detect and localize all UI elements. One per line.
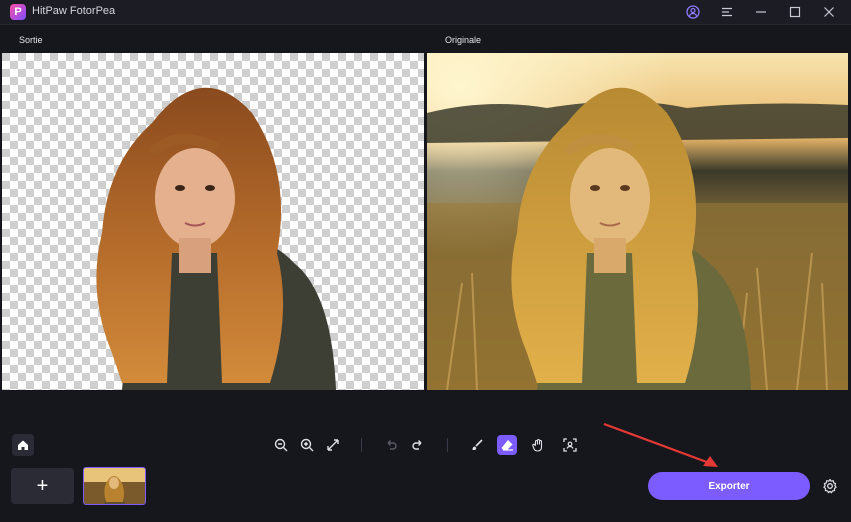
original-preview[interactable] [427, 53, 848, 390]
title-bar: P HitPaw FotorPea [0, 0, 851, 25]
settings-button[interactable] [820, 476, 840, 496]
image-thumbnail[interactable] [83, 467, 146, 505]
hand-button[interactable] [528, 435, 548, 455]
original-panel-label: Originale [445, 35, 482, 45]
brush-icon [472, 439, 483, 450]
add-image-button[interactable]: + [11, 468, 74, 504]
output-preview[interactable] [2, 53, 424, 390]
home-icon [18, 440, 28, 450]
toolbar-divider [361, 438, 362, 452]
zoom-in-icon [300, 438, 314, 452]
zoom-in-button[interactable] [297, 435, 317, 455]
menu-icon[interactable] [718, 3, 736, 21]
fit-screen-icon [327, 439, 339, 451]
redo-button[interactable] [408, 435, 428, 455]
hand-icon [532, 438, 543, 452]
undo-icon [387, 440, 397, 450]
annotation-arrow [603, 422, 718, 467]
redo-icon [412, 440, 422, 450]
account-icon[interactable] [684, 3, 702, 21]
recognize-button[interactable] [560, 435, 580, 455]
eraser-icon [501, 440, 513, 451]
output-panel-label: Sortie [19, 35, 43, 45]
settings-icon [823, 478, 837, 494]
zoom-out-button[interactable] [271, 435, 291, 455]
eraser-button[interactable] [497, 435, 517, 455]
recognize-icon [563, 438, 577, 452]
home-button[interactable] [12, 434, 34, 456]
maximize-icon[interactable] [786, 3, 804, 21]
close-icon[interactable] [820, 3, 838, 21]
fit-screen-button[interactable] [323, 435, 343, 455]
zoom-out-icon [274, 438, 288, 452]
undo-button[interactable] [381, 435, 401, 455]
toolbar-divider [447, 438, 448, 452]
app-logo: P [10, 4, 26, 20]
minimize-icon[interactable] [752, 3, 770, 21]
brush-button[interactable] [467, 435, 487, 455]
plus-icon: + [36, 475, 49, 497]
export-button[interactable]: Exporter [648, 472, 810, 500]
app-title: HitPaw FotorPea [32, 5, 116, 17]
